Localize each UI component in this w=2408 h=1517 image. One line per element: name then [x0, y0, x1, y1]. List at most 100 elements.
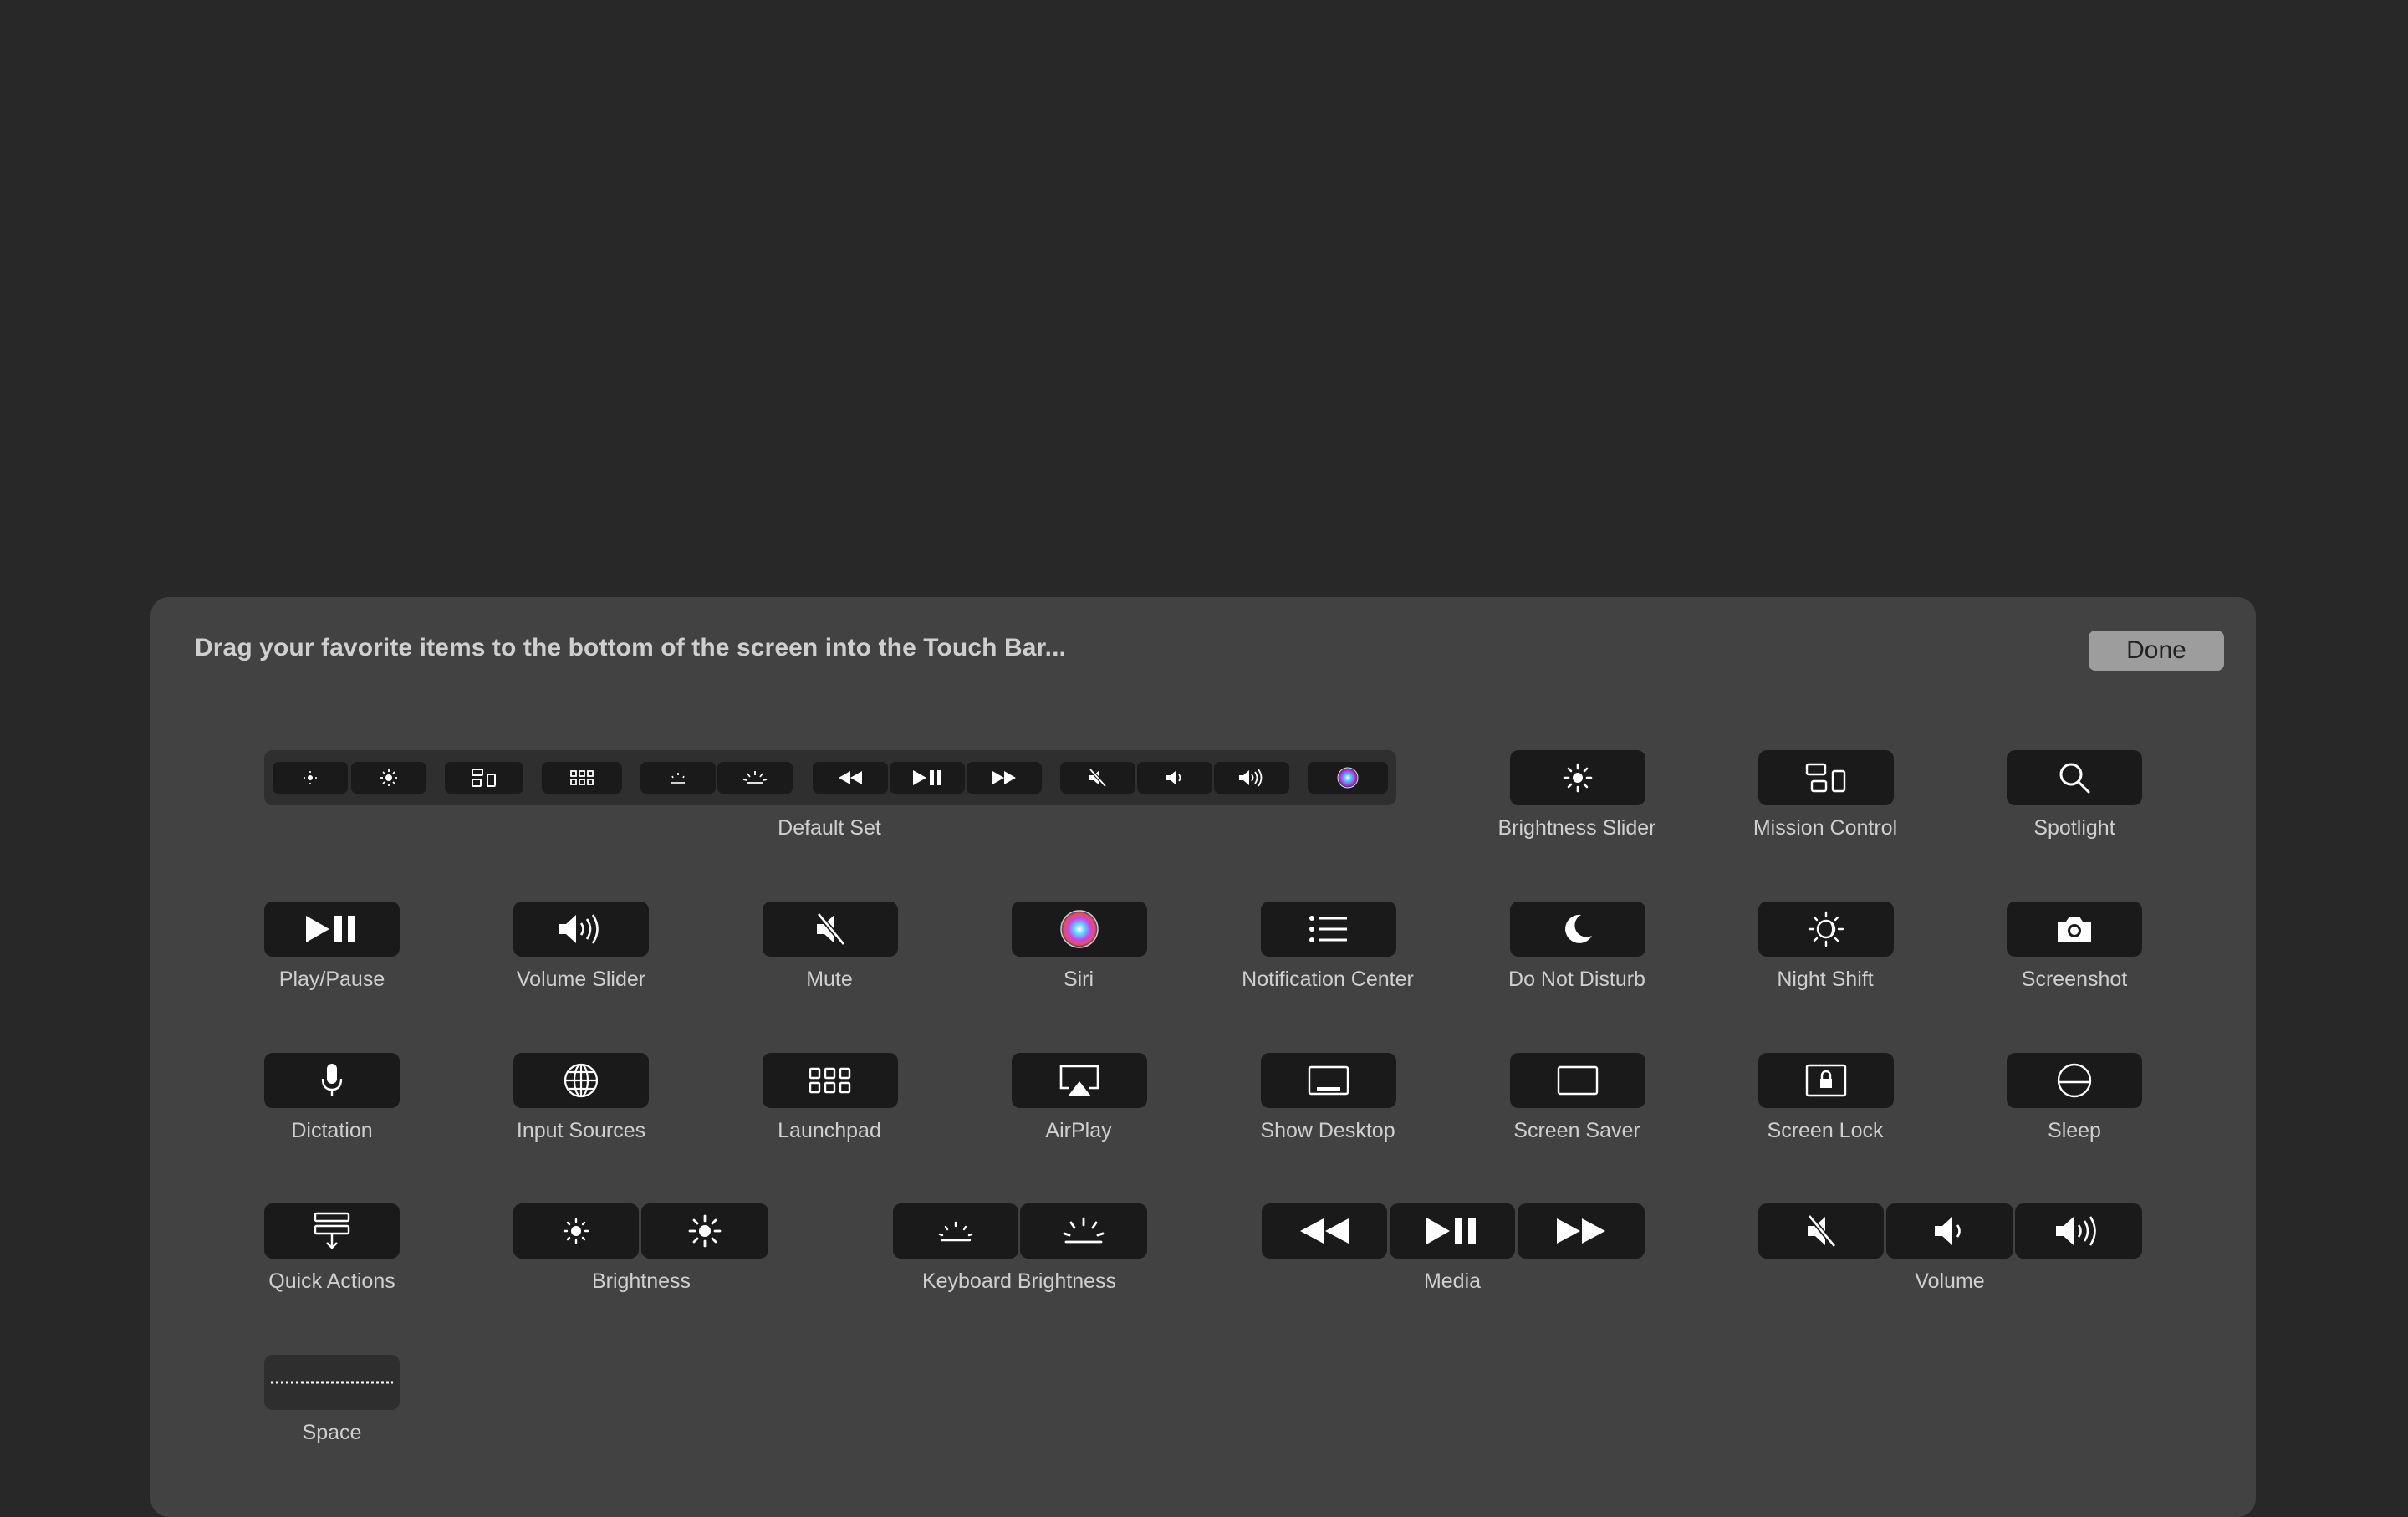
play-pause-label: Play/Pause [278, 968, 385, 991]
keyboard-brightness-down-button[interactable] [893, 1203, 1018, 1259]
space-label: Space [302, 1421, 362, 1444]
camera-icon [2058, 917, 2091, 942]
night-shift-button[interactable] [1758, 902, 1894, 957]
mission-control-icon [445, 762, 523, 794]
airplay-label: AirPlay [1045, 1119, 1112, 1142]
moon-icon [1565, 914, 1592, 943]
spotlight-button[interactable] [2007, 750, 2142, 805]
show-desktop-label: Show Desktop [1260, 1119, 1395, 1142]
sleep-button[interactable] [2007, 1053, 2142, 1108]
default-set-label: Default Set [778, 816, 881, 840]
list-icon [1309, 916, 1347, 942]
screenshot-button[interactable] [2007, 902, 2142, 957]
quick-actions-label: Quick Actions [268, 1269, 395, 1293]
microphone-icon [321, 1064, 343, 1096]
airplay-button[interactable] [1012, 1053, 1147, 1108]
play-pause-button[interactable] [264, 902, 400, 957]
siri-button[interactable] [1012, 902, 1147, 957]
volume-up-button[interactable] [2015, 1203, 2142, 1259]
brightness-icon [1563, 763, 1593, 793]
search-icon [2059, 763, 2090, 794]
notification-center-label: Notification Center [1242, 968, 1414, 991]
brightness-up-icon [688, 1214, 722, 1248]
mute-button[interactable] [763, 902, 898, 957]
show-desktop-icon [1308, 1065, 1349, 1096]
night-shift-label: Night Shift [1777, 968, 1874, 991]
brightness-slider-label: Brightness Slider [1497, 816, 1656, 840]
volume-up-icon [2056, 1216, 2096, 1246]
instructions-text: Drag your favorite items to the bottom o… [195, 634, 1066, 661]
dictation-label: Dictation [291, 1119, 373, 1142]
screen-lock-label: Screen Lock [1767, 1119, 1884, 1142]
dotted-line-icon [271, 1381, 393, 1384]
volume-down-icon [1935, 1217, 1961, 1245]
volume-down-button[interactable] [1886, 1203, 2013, 1259]
launchpad-icon [542, 762, 622, 794]
night-shift-icon [1808, 911, 1844, 947]
screenshot-label: Screenshot [2021, 968, 2128, 991]
volume-slider-button[interactable] [513, 902, 649, 957]
launchpad-label: Launchpad [778, 1119, 881, 1142]
keyboard-brightness-down-icon [640, 762, 716, 794]
play-pause-media-button[interactable] [1390, 1203, 1515, 1259]
play-pause-icon [306, 916, 355, 942]
quick-actions-icon [314, 1212, 350, 1249]
siri-label: Siri [1063, 968, 1094, 991]
airplay-icon [1059, 1065, 1099, 1096]
keyboard-brightness-label: Keyboard Brightness [921, 1269, 1117, 1293]
notification-center-button[interactable] [1261, 902, 1396, 957]
mute-label: Mute [806, 968, 853, 991]
launchpad-button[interactable] [763, 1053, 898, 1108]
volume-label: Volume [1915, 1269, 1985, 1293]
volume-slider-label: Volume Slider [516, 968, 646, 991]
dictation-button[interactable] [264, 1053, 400, 1108]
sleep-label: Sleep [2048, 1119, 2101, 1142]
brightness-down-button[interactable] [513, 1203, 639, 1259]
play-pause-icon [1426, 1218, 1476, 1244]
fast-forward-button[interactable] [1518, 1203, 1645, 1259]
mute-volume-button[interactable] [1758, 1203, 1884, 1259]
brightness-slider-button[interactable] [1510, 750, 1645, 805]
mission-control-icon [1805, 763, 1846, 793]
keyboard-brightness-up-icon [1063, 1217, 1105, 1244]
globe-icon [564, 1063, 599, 1098]
done-button[interactable]: Done [2089, 631, 2224, 671]
mute-icon [1060, 762, 1135, 794]
rewind-icon [813, 762, 888, 794]
brightness-down-icon [563, 1218, 589, 1244]
screen-saver-button[interactable] [1510, 1053, 1645, 1108]
rewind-button[interactable] [1262, 1203, 1387, 1259]
siri-icon [1060, 910, 1099, 948]
quick-actions-button[interactable] [264, 1203, 400, 1259]
volume-up-icon [1214, 762, 1289, 794]
space-button[interactable] [264, 1355, 400, 1410]
brightness-label: Brightness [591, 1269, 691, 1293]
mission-control-label: Mission Control [1752, 816, 1898, 840]
siri-icon [1308, 762, 1388, 794]
media-label: Media [1423, 1269, 1482, 1293]
brightness-up-button[interactable] [641, 1203, 768, 1259]
launchpad-icon [809, 1067, 851, 1094]
screen-saver-label: Screen Saver [1513, 1119, 1640, 1142]
input-sources-label: Input Sources [516, 1119, 646, 1142]
volume-icon [559, 914, 599, 944]
lock-icon [1805, 1064, 1847, 1097]
keyboard-brightness-up-button[interactable] [1020, 1203, 1147, 1259]
fast-forward-icon [1557, 1218, 1605, 1244]
volume-down-icon [1137, 762, 1212, 794]
do-not-disturb-button[interactable] [1510, 902, 1645, 957]
mission-control-button[interactable] [1758, 750, 1894, 805]
screen-saver-icon [1557, 1065, 1599, 1096]
mute-icon [816, 912, 846, 946]
do-not-disturb-label: Do Not Disturb [1508, 968, 1645, 991]
brightness-up-icon [351, 762, 426, 794]
mute-icon [1807, 1214, 1837, 1248]
rewind-icon [1300, 1218, 1349, 1244]
show-desktop-button[interactable] [1261, 1053, 1396, 1108]
spotlight-label: Spotlight [2033, 816, 2115, 840]
input-sources-button[interactable] [513, 1053, 649, 1108]
screen-lock-button[interactable] [1758, 1053, 1894, 1108]
keyboard-brightness-down-icon [938, 1221, 973, 1242]
sleep-icon [2057, 1063, 2092, 1098]
brightness-down-icon [273, 762, 348, 794]
